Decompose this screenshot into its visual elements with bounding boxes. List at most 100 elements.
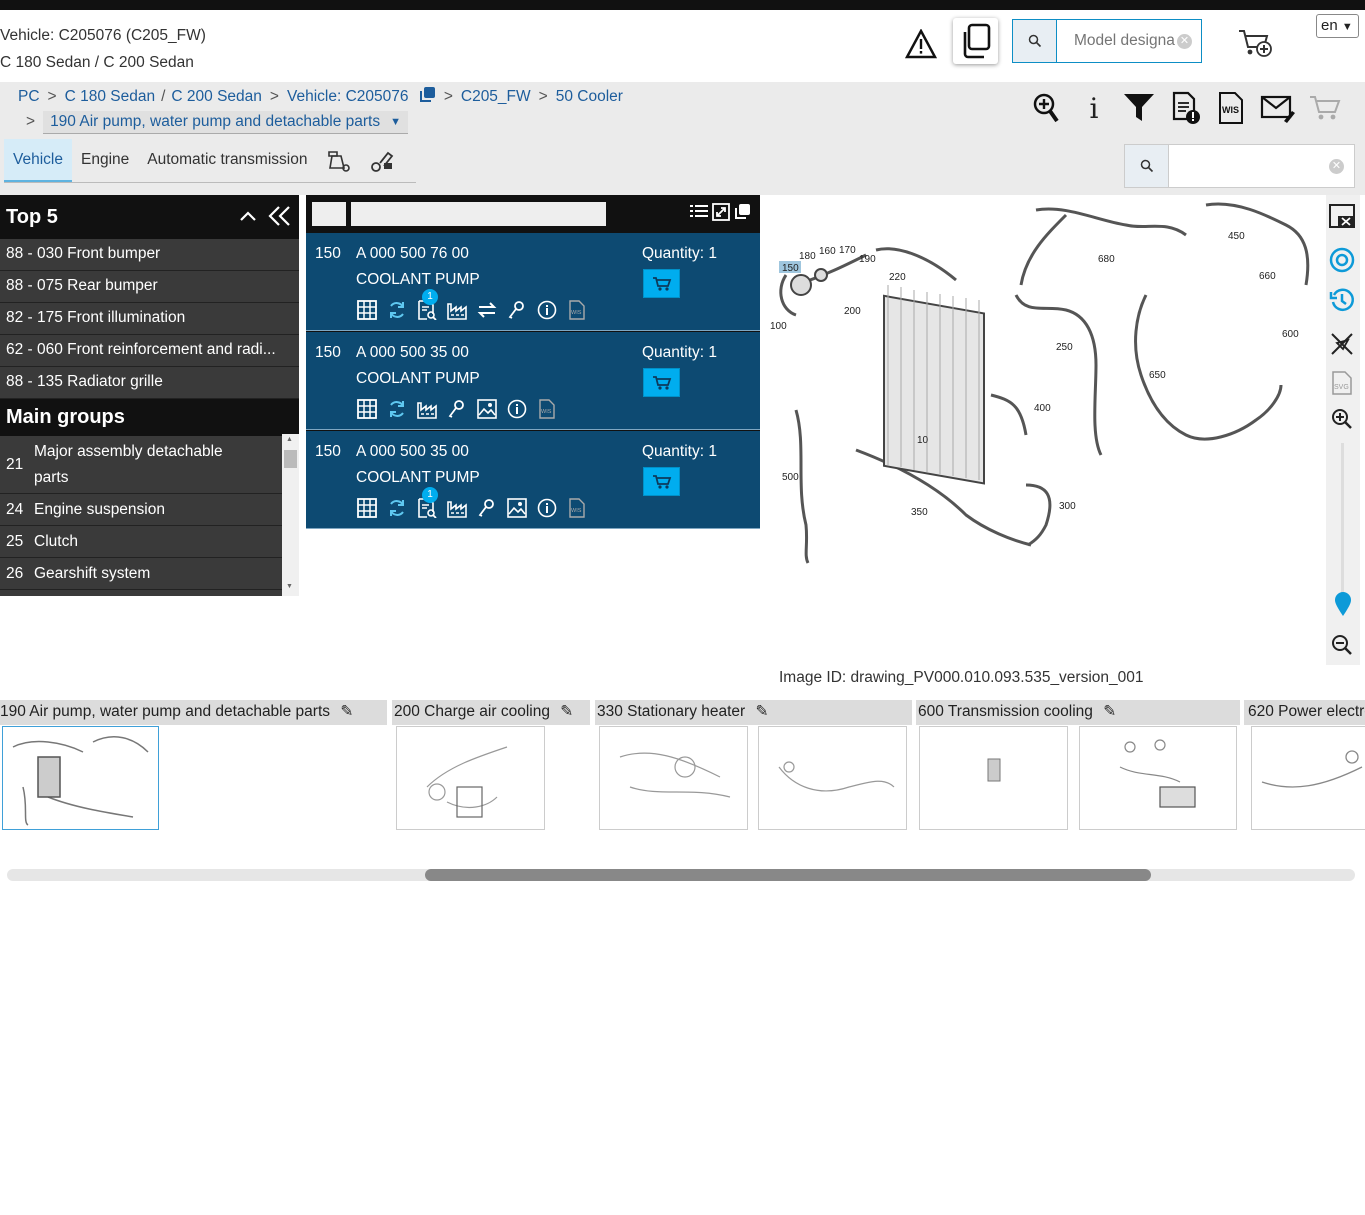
crumb-model-2[interactable]: C 200 Sedan	[171, 88, 262, 105]
clear-icon[interactable]: ✕	[1177, 34, 1192, 49]
drawing-thumbnail[interactable]	[2, 726, 159, 830]
callout-180[interactable]: 180	[799, 251, 816, 262]
main-group-item[interactable]: 24 Engine suspension	[0, 494, 282, 526]
top5-item[interactable]: 88 - 075 Rear bumper	[0, 271, 299, 303]
key-icon[interactable]	[476, 497, 498, 519]
drawing-thumbnail[interactable]	[1251, 726, 1365, 830]
copy-icon[interactable]	[953, 18, 998, 64]
cart-add-icon[interactable]	[1236, 26, 1274, 60]
refresh-icon[interactable]	[386, 398, 408, 420]
unpin-icon[interactable]	[1329, 331, 1355, 362]
part-number[interactable]: A 000 500 76 00	[356, 245, 469, 263]
info-icon[interactable]: i	[1078, 90, 1110, 126]
refresh-icon[interactable]	[386, 299, 408, 321]
scroll-up-arrow[interactable]: ▲	[286, 436, 293, 443]
model-search[interactable]: ✕	[1012, 19, 1202, 63]
drawing-thumbnail[interactable]	[396, 726, 545, 830]
edit-icon[interactable]: ✎	[1103, 703, 1116, 720]
zoom-in-icon[interactable]	[1030, 90, 1062, 126]
search-icon[interactable]	[1013, 20, 1057, 62]
language-select[interactable]: en ▼	[1316, 14, 1359, 38]
main-group-item[interactable]: 21 Major assembly detachable parts	[0, 436, 282, 494]
crumb-pc[interactable]: PC	[18, 88, 40, 105]
part-search-input[interactable]	[1169, 145, 1354, 187]
parts-filter-box[interactable]	[312, 202, 346, 226]
crumb-group[interactable]: 50 Cooler	[556, 88, 623, 105]
drawing-thumbnail[interactable]	[599, 726, 748, 830]
edit-icon[interactable]: ✎	[756, 703, 769, 720]
gallery-group-label[interactable]: 600 Transmission cooling ✎	[916, 700, 1240, 725]
callout-600[interactable]: 600	[1282, 329, 1299, 340]
copy-vin-icon[interactable]	[418, 86, 436, 109]
zoom-slider-track[interactable]	[1341, 443, 1344, 603]
gallery-group-label[interactable]: 330 Stationary heater ✎	[595, 700, 912, 725]
tab-automatic-transmission[interactable]: Automatic transmission	[138, 139, 316, 182]
edit-icon[interactable]: ✎	[340, 703, 353, 720]
top5-item[interactable]: 88 - 135 Radiator grille	[0, 367, 299, 399]
callout-350[interactable]: 350	[911, 507, 928, 518]
model-search-input[interactable]	[1057, 20, 1177, 62]
factory-icon[interactable]	[446, 497, 468, 519]
gallery-scrollbar[interactable]	[7, 869, 1355, 881]
add-to-cart-button[interactable]	[643, 269, 680, 298]
callout-500[interactable]: 500	[782, 472, 799, 483]
info-circle-icon[interactable]	[506, 398, 528, 420]
wis-doc-icon[interactable]: WIS	[536, 398, 558, 420]
wis-doc-icon[interactable]: WIS	[566, 299, 588, 321]
zoom-slider-handle[interactable]	[1334, 591, 1352, 622]
double-chevron-left-icon[interactable]	[268, 195, 292, 239]
document-search-icon[interactable]: 1	[416, 487, 438, 519]
zoom-out-icon[interactable]	[1330, 633, 1354, 662]
zoom-in-small-icon[interactable]	[1330, 407, 1354, 436]
callout-170[interactable]: 170	[839, 245, 856, 256]
callout-160[interactable]: 160	[819, 246, 836, 257]
part-row[interactable]: 150 A 000 500 35 00 COOLANT PUMP Quantit…	[306, 431, 760, 529]
warning-icon[interactable]	[904, 28, 938, 60]
target-icon[interactable]	[1329, 247, 1355, 278]
table-icon[interactable]	[356, 398, 378, 420]
drawing-thumbnail[interactable]	[1079, 726, 1237, 830]
list-view-icon[interactable]	[690, 204, 708, 225]
callout-250[interactable]: 250	[1056, 342, 1073, 353]
drawing-thumbnail[interactable]	[758, 726, 907, 830]
info-circle-icon[interactable]	[536, 497, 558, 519]
history-icon[interactable]	[1329, 287, 1355, 318]
top5-item[interactable]: 82 - 175 Front illumination	[0, 303, 299, 335]
cart-icon[interactable]	[1308, 90, 1342, 126]
wis-doc-icon[interactable]: WIS	[566, 497, 588, 519]
tab-paint-icon[interactable]	[316, 139, 360, 182]
swap-icon[interactable]	[476, 299, 498, 321]
key-icon[interactable]	[506, 299, 528, 321]
add-to-cart-button[interactable]	[643, 368, 680, 397]
subgroup-dropdown[interactable]: 190 Air pump, water pump and detachable …	[43, 110, 408, 134]
table-icon[interactable]	[356, 497, 378, 519]
mail-icon[interactable]	[1260, 90, 1296, 126]
scroll-thumb[interactable]	[425, 869, 1151, 881]
top5-item[interactable]: 88 - 030 Front bumper	[0, 239, 299, 271]
callout-680[interactable]: 680	[1098, 254, 1115, 265]
callout-10[interactable]: 10	[917, 435, 929, 446]
add-to-cart-button[interactable]	[643, 467, 680, 496]
main-groups-scrollbar[interactable]: ▲ ▼	[282, 434, 299, 596]
image-icon[interactable]	[476, 398, 498, 420]
top5-item[interactable]: 62 - 060 Front reinforcement and radi...	[0, 335, 299, 367]
part-search[interactable]: ✕	[1124, 144, 1355, 188]
callout-660[interactable]: 660	[1259, 271, 1276, 282]
info-circle-icon[interactable]	[536, 299, 558, 321]
callout-400[interactable]: 400	[1034, 403, 1051, 414]
svg-export-icon[interactable]: SVG	[1330, 370, 1354, 401]
key-icon[interactable]	[446, 398, 468, 420]
close-drawing-icon[interactable]	[1328, 203, 1356, 234]
crumb-catalog[interactable]: C205_FW	[461, 88, 531, 105]
callout-150[interactable]: 150	[782, 263, 799, 274]
callout-100[interactable]: 100	[770, 321, 787, 332]
callout-200[interactable]: 200	[844, 306, 861, 317]
part-number[interactable]: A 000 500 35 00	[356, 443, 469, 461]
tab-engine[interactable]: Engine	[72, 139, 138, 182]
wis-icon[interactable]: WIS	[1216, 90, 1246, 126]
gallery-group-label[interactable]: 190 Air pump, water pump and detachable …	[0, 700, 387, 725]
document-alert-icon[interactable]	[1170, 90, 1202, 126]
parts-drawing[interactable]: 150 180 160 170 190 220 200 100 10 400 5…	[766, 195, 1326, 575]
search-icon[interactable]	[1125, 145, 1169, 187]
crumb-vehicle[interactable]: Vehicle: C205076	[287, 88, 409, 105]
